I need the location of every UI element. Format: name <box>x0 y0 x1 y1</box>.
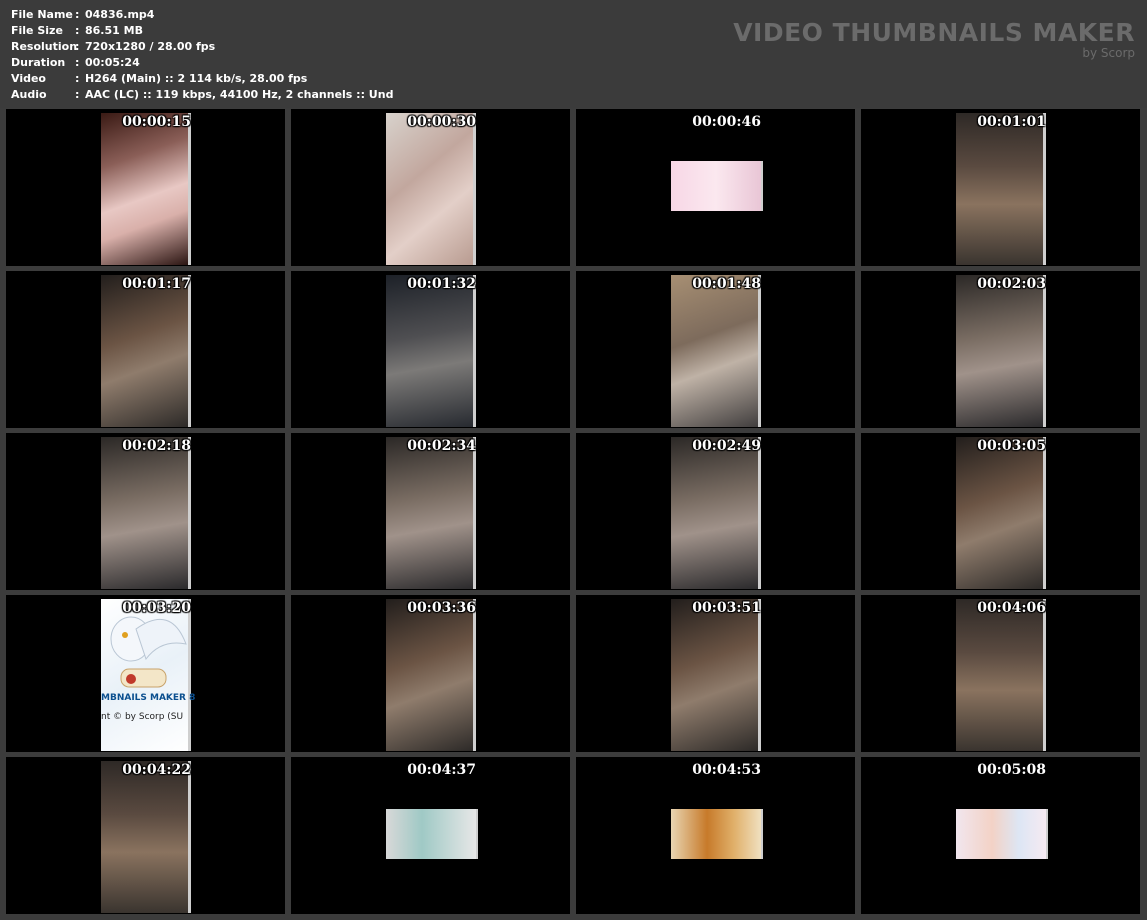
thumbnail-cell[interactable]: 00:01:48 <box>576 271 855 428</box>
meta-sep: : <box>75 8 80 21</box>
timestamp: 00:04:37 <box>407 762 476 778</box>
timestamp: 00:04:22 <box>122 762 191 778</box>
video-frame <box>956 437 1046 589</box>
info-header: File Name : 04836.mp4 File Size : 86.51 … <box>0 0 1147 108</box>
overlay-text: MBNAILS MAKER 8 <box>101 693 196 703</box>
video-frame <box>386 809 478 859</box>
video-frame <box>101 437 191 589</box>
meta-value: 720x1280 / 28.00 fps <box>85 40 216 53</box>
timestamp: 00:02:34 <box>407 438 476 454</box>
timestamp: 00:01:32 <box>407 276 476 292</box>
timestamp: 00:01:01 <box>977 114 1046 130</box>
meta-sep: : <box>75 88 80 101</box>
file-metadata: File Name : 04836.mp4 File Size : 86.51 … <box>11 7 393 103</box>
meta-value: 86.51 MB <box>85 24 143 37</box>
timestamp: 00:02:18 <box>122 438 191 454</box>
thumbnail-cell[interactable]: 00:04:06 <box>861 595 1140 752</box>
meta-sep: : <box>75 24 80 37</box>
thumbnail-cell[interactable]: 00:03:05 <box>861 433 1140 590</box>
thumbnail-cell[interactable]: 00:03:51 <box>576 595 855 752</box>
thumbnail-cell[interactable]: 00:04:37 <box>291 757 570 914</box>
meta-value: 00:05:24 <box>85 56 140 69</box>
thumbnail-cell[interactable]: 00:01:01 <box>861 109 1140 266</box>
thumbnail-cell[interactable]: 00:00:46 <box>576 109 855 266</box>
brand-title: VIDEO THUMBNAILS MAKER <box>733 18 1135 47</box>
video-frame <box>956 113 1046 265</box>
timestamp: 00:03:20 <box>122 600 191 616</box>
thumbnail-cell[interactable]: 00:02:49 <box>576 433 855 590</box>
video-frame <box>671 599 761 751</box>
video-frame <box>671 161 763 211</box>
video-frame <box>956 599 1046 751</box>
timestamp: 00:04:06 <box>977 600 1046 616</box>
timestamp: 00:03:05 <box>977 438 1046 454</box>
thumbnail-cell[interactable]: 00:02:18 <box>6 433 285 590</box>
timestamp: 00:03:51 <box>692 600 761 616</box>
timestamp: 00:00:46 <box>692 114 761 130</box>
timestamp: 00:03:36 <box>407 600 476 616</box>
meta-key: Duration <box>11 56 66 69</box>
meta-row-file-name: File Name : 04836.mp4 <box>11 7 393 23</box>
brand-byline: by Scorp <box>1082 46 1135 60</box>
meta-sep: : <box>75 40 80 53</box>
thumbnail-cell[interactable]: 00:03:36 <box>291 595 570 752</box>
meta-row-audio: Audio : AAC (LC) :: 119 kbps, 44100 Hz, … <box>11 87 393 103</box>
thumbnail-cell[interactable]: MBNAILS MAKER 8 nt © by Scorp (SU 00:03:… <box>6 595 285 752</box>
meta-key: Video <box>11 72 46 85</box>
video-frame <box>101 113 191 265</box>
timestamp: 00:00:15 <box>122 114 191 130</box>
timestamp: 00:02:49 <box>692 438 761 454</box>
video-frame <box>101 275 191 427</box>
meta-value: AAC (LC) :: 119 kbps, 44100 Hz, 2 channe… <box>85 88 394 101</box>
timestamp: 00:02:03 <box>977 276 1046 292</box>
meta-row-duration: Duration : 00:05:24 <box>11 55 393 71</box>
meta-value: H264 (Main) :: 2 114 kb/s, 28.00 fps <box>85 72 308 85</box>
meta-key: Audio <box>11 88 47 101</box>
video-frame <box>386 275 476 427</box>
video-frame <box>386 437 476 589</box>
brand-watermark: VIDEO THUMBNAILS MAKER by Scorp <box>733 18 1135 60</box>
thumbnail-cell[interactable]: 00:02:34 <box>291 433 570 590</box>
thumbnail-cell[interactable]: 00:04:53 <box>576 757 855 914</box>
timestamp: 00:05:08 <box>977 762 1046 778</box>
timestamp: 00:00:30 <box>407 114 476 130</box>
video-frame <box>671 275 761 427</box>
video-frame <box>671 809 763 859</box>
meta-key: Resolution <box>11 40 78 53</box>
meta-key: File Name <box>11 8 73 21</box>
meta-sep: : <box>75 72 80 85</box>
thumbnail-cell[interactable]: 00:02:03 <box>861 271 1140 428</box>
video-frame <box>386 113 476 265</box>
timestamp: 00:01:48 <box>692 276 761 292</box>
thumbnail-cell[interactable]: 00:01:17 <box>6 271 285 428</box>
meta-value: 04836.mp4 <box>85 8 155 21</box>
thumbnail-grid: 00:00:15 00:00:30 00:00:46 00:01:01 00:0… <box>6 109 1140 914</box>
video-frame: MBNAILS MAKER 8 nt © by Scorp (SU <box>101 599 196 751</box>
meta-sep: : <box>75 56 80 69</box>
video-frame <box>101 761 191 913</box>
timestamp: 00:01:17 <box>122 276 191 292</box>
overlay-text: nt © by Scorp (SU <box>101 712 184 722</box>
video-frame <box>956 809 1048 859</box>
video-frame <box>956 275 1046 427</box>
meta-row-resolution: Resolution : 720x1280 / 28.00 fps <box>11 39 393 55</box>
thumbnail-cell[interactable]: 00:05:08 <box>861 757 1140 914</box>
meta-row-video: Video : H264 (Main) :: 2 114 kb/s, 28.00… <box>11 71 393 87</box>
thumbnail-cell[interactable]: 00:00:30 <box>291 109 570 266</box>
timestamp: 00:04:53 <box>692 762 761 778</box>
thumbnail-cell[interactable]: 00:04:22 <box>6 757 285 914</box>
meta-key: File Size <box>11 24 63 37</box>
video-frame <box>386 599 476 751</box>
video-frame <box>671 437 761 589</box>
thumbnail-cell[interactable]: 00:00:15 <box>6 109 285 266</box>
thumbnail-cell[interactable]: 00:01:32 <box>291 271 570 428</box>
meta-row-file-size: File Size : 86.51 MB <box>11 23 393 39</box>
owl-logo-icon <box>110 616 187 688</box>
